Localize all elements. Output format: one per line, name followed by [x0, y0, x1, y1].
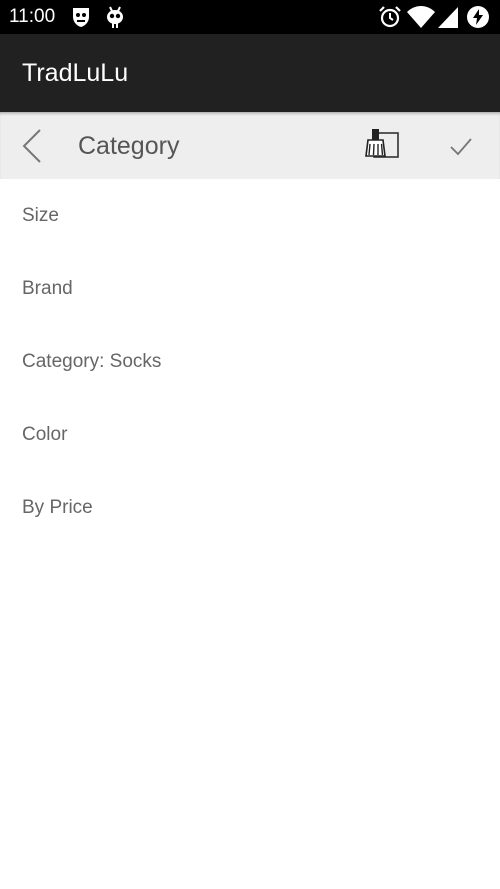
filter-item-label: Color: [22, 424, 68, 445]
filter-item-label: By Price: [22, 497, 93, 518]
filter-item-size[interactable]: Size: [0, 179, 500, 252]
battery-charging-icon: [466, 5, 490, 29]
filter-toolbar: Category: [0, 112, 500, 179]
filter-item-label: Brand: [22, 278, 73, 299]
status-bar: 11:00: [0, 0, 500, 34]
app-bar: TradLuLu: [0, 34, 500, 112]
filter-item-price[interactable]: By Price: [0, 471, 500, 544]
wifi-icon: [406, 5, 436, 29]
signal-icon: [436, 5, 460, 29]
chevron-left-icon: [22, 129, 41, 163]
confirm-button[interactable]: [444, 130, 478, 162]
alarm-icon: [378, 5, 402, 29]
filter-item-label: Category: Socks: [22, 351, 162, 372]
checkmark-icon: [450, 138, 472, 156]
filter-item-category[interactable]: Category: Socks: [0, 325, 500, 398]
filter-list: Size Brand Category: Socks Color By Pric…: [0, 179, 500, 544]
status-time: 11:00: [9, 6, 56, 27]
clear-filters-button[interactable]: [364, 126, 402, 166]
app-title: TradLuLu: [22, 59, 129, 87]
shield-face-icon: [69, 5, 93, 29]
filter-item-brand[interactable]: Brand: [0, 252, 500, 325]
broom-clear-icon: [365, 129, 399, 158]
back-button[interactable]: [14, 126, 50, 166]
alien-icon: [103, 5, 127, 29]
filter-item-label: Size: [22, 205, 59, 226]
filter-item-color[interactable]: Color: [0, 398, 500, 471]
toolbar-title: Category: [78, 132, 180, 160]
